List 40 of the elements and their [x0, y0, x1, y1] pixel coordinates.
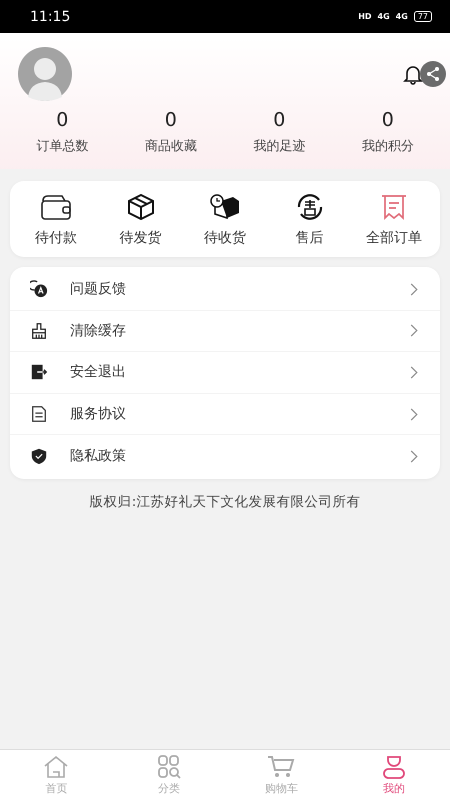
- cart-icon: [266, 754, 296, 778]
- menu-item[interactable]: 问题反馈: [10, 269, 440, 311]
- menu-item[interactable]: 服务协议: [10, 394, 440, 436]
- brush-icon: [30, 322, 48, 340]
- stat-value: 0: [382, 109, 394, 131]
- document-icon: [30, 405, 48, 424]
- chevron-right-icon: [410, 408, 418, 421]
- order-status-button[interactable]: 售后: [268, 193, 352, 247]
- share-icon[interactable]: [420, 61, 446, 87]
- stat-label[interactable]: 订单总数: [36, 137, 88, 155]
- stat-label[interactable]: 我的积分: [362, 137, 414, 155]
- network-indicator: 4G: [378, 12, 390, 21]
- chevron-right-icon: [410, 324, 418, 338]
- network-indicator: HD: [358, 12, 372, 21]
- shield-icon: [30, 447, 48, 466]
- chevron-right-icon: [410, 450, 418, 463]
- chevron-right-icon: [410, 366, 418, 379]
- stat-label[interactable]: 商品收藏: [144, 137, 197, 155]
- network-indicator: 4G: [396, 12, 408, 21]
- tab[interactable]: 我的: [338, 750, 450, 800]
- order-status-button[interactable]: 待收货: [183, 193, 267, 247]
- order-status-button[interactable]: 待发货: [98, 193, 182, 247]
- bell-icon[interactable]: [402, 63, 424, 85]
- status-time: 11:15: [30, 8, 70, 24]
- stat-label[interactable]: 我的足迹: [253, 137, 306, 155]
- stat-value: 0: [164, 109, 177, 131]
- stat-value: 0: [56, 109, 68, 131]
- package-clock-icon: [209, 193, 241, 221]
- order-status-button[interactable]: 待付款: [14, 193, 98, 247]
- battery-indicator: 77: [414, 11, 432, 22]
- menu-item[interactable]: 清除缓存: [10, 310, 440, 352]
- copyright-text: 版权归:江苏好礼天下文化发展有限公司所有: [88, 492, 362, 511]
- wallet-icon: [40, 193, 72, 221]
- chat-bubble-icon: [30, 280, 48, 298]
- menu-item[interactable]: 安全退出: [10, 352, 440, 394]
- chevron-right-icon: [410, 282, 418, 296]
- stat-value: 0: [273, 109, 286, 131]
- exit-door-icon: [30, 363, 48, 382]
- menu-item[interactable]: 隐私政策: [10, 435, 440, 477]
- order-status-button[interactable]: 全部订单: [352, 193, 436, 247]
